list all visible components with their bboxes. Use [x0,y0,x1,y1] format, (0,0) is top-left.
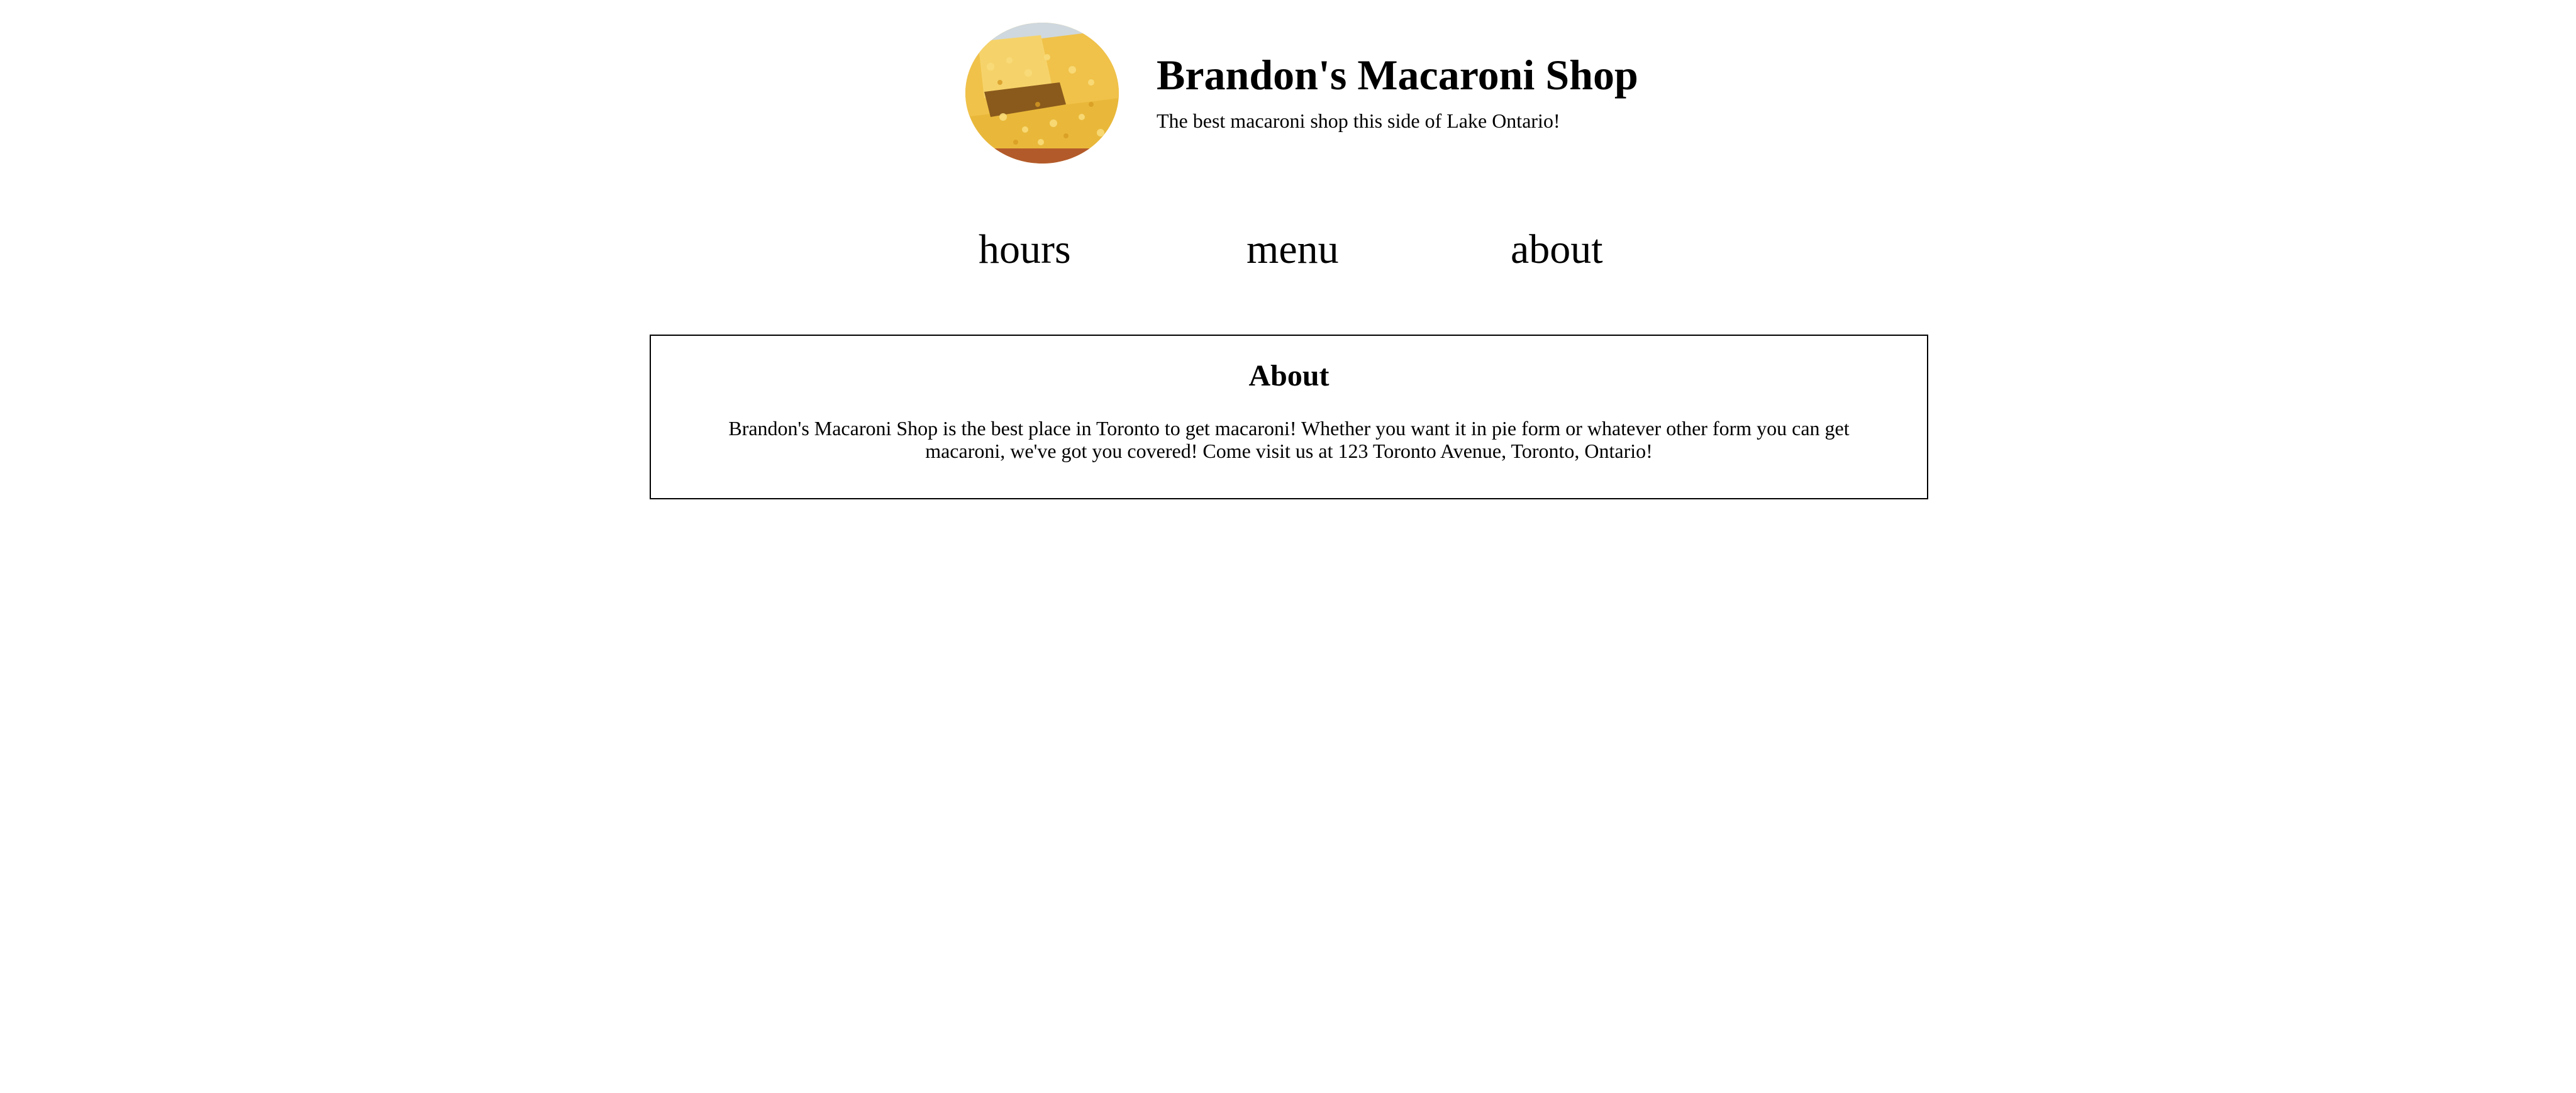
about-heading: About [1248,359,1330,392]
about-section: About Brandon's Macaroni Shop is the bes… [650,335,1928,499]
brand-block: Brandon's Macaroni Shop The best macaron… [1157,53,1638,132]
nav-link-menu[interactable]: menu [1246,221,1339,278]
about-text: Brandon's Macaroni Shop is the best plac… [728,416,1850,462]
nav-link-about[interactable]: about [1511,221,1603,278]
site-header: Brandon's Macaroni Shop The best macaron… [965,23,1638,164]
macaroni-photo-icon [965,23,1119,164]
nav-link-hours[interactable]: hours [979,221,1071,278]
site-title: Brandon's Macaroni Shop [1157,51,1638,99]
main-nav: hours menu about [0,221,2576,278]
site-tagline: The best macaroni shop this side of Lake… [1157,109,1560,133]
